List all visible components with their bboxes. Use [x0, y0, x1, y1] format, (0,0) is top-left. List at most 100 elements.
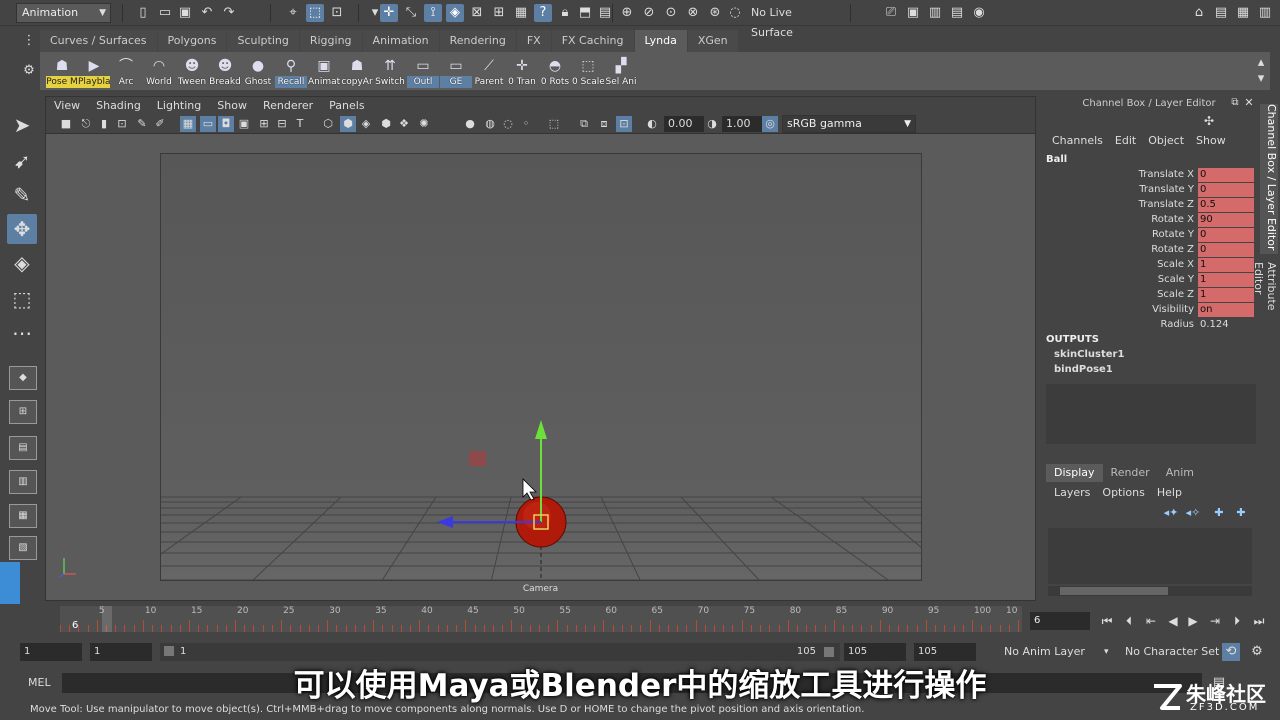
viewport-menu-renderer[interactable]: Renderer: [255, 97, 321, 114]
select-curves-icon[interactable]: ⟟: [424, 4, 442, 22]
scale-tool-icon[interactable]: ⬚: [7, 284, 37, 314]
screen-space-ao-icon[interactable]: ●: [462, 116, 478, 132]
shelf-menu-icon[interactable]: ⚙: [20, 62, 38, 80]
shelf-button-graph-editor[interactable]: ▭ GE: [440, 56, 472, 88]
highlight-selection-icon[interactable]: ⬒: [576, 4, 594, 22]
attribute-row[interactable]: Rotate Z0: [1040, 243, 1258, 258]
viewport-menu-view[interactable]: View: [46, 97, 88, 114]
shelf-settings-icon[interactable]: ⋮: [20, 32, 38, 50]
play-backwards-icon[interactable]: ◀: [1164, 612, 1182, 630]
snap-grid-icon[interactable]: ⊕: [618, 4, 636, 22]
select-rendering-icon[interactable]: ▦: [512, 4, 530, 22]
film-gate-icon[interactable]: ▭: [200, 116, 216, 132]
select-joints-icon[interactable]: ⤡: [402, 4, 420, 22]
isolate-select-icon[interactable]: ⬚: [546, 116, 562, 132]
range-bar[interactable]: 1 105: [160, 643, 840, 661]
attribute-row[interactable]: Scale Y1: [1040, 273, 1258, 288]
channel-box-menu-edit[interactable]: Edit: [1109, 134, 1142, 147]
shelf-tab-curves-surfaces[interactable]: Curves / Surfaces: [40, 30, 157, 52]
shelf-button-outliner[interactable]: ▭ Outl: [407, 56, 439, 88]
select-dynamics-icon[interactable]: ⊞: [490, 4, 508, 22]
shelf-button-breakdown[interactable]: ☻ Breakd: [209, 56, 241, 88]
layer-tab-render[interactable]: Render: [1103, 464, 1158, 482]
locator-marker[interactable]: [469, 451, 486, 466]
shelf-button-select-anim[interactable]: ▞ Sel Ani: [605, 56, 637, 88]
select-hierarchy-icon[interactable]: ⌖: [284, 4, 302, 22]
character-set-dropdown[interactable]: No Character Set: [1125, 643, 1219, 661]
range-handle-end[interactable]: [824, 647, 834, 657]
shelf-tab-sculpting[interactable]: Sculpting: [227, 30, 299, 52]
textured-icon[interactable]: ⬢: [378, 116, 394, 132]
undo-icon[interactable]: ↶: [198, 4, 216, 22]
move-tool-icon[interactable]: ✥: [7, 214, 37, 244]
outliner-persp-layout-icon[interactable]: ▦: [9, 504, 37, 528]
safe-title-icon[interactable]: T: [292, 116, 308, 132]
scene-view[interactable]: [160, 153, 922, 581]
shelf-button-zero-translate[interactable]: ✛ 0 Tran: [506, 56, 538, 88]
attribute-row[interactable]: Rotate Y0: [1040, 228, 1258, 243]
gamma-field[interactable]: 1.00: [722, 116, 762, 132]
shelf-button-arc[interactable]: ⌒ Arc: [110, 56, 142, 88]
layer-list[interactable]: [1048, 528, 1252, 584]
xray-icon[interactable]: ⧉: [576, 116, 592, 132]
grease-pencil-icon[interactable]: ✎: [134, 116, 150, 132]
layer-menu-options[interactable]: Options: [1096, 486, 1150, 499]
bookmark-icon[interactable]: ▮: [96, 116, 112, 132]
resolution-gate-icon[interactable]: ◘: [218, 116, 234, 132]
step-back-frame-icon[interactable]: ⏴: [1120, 612, 1138, 630]
xray-joints-icon[interactable]: ⊡: [616, 116, 632, 132]
attribute-value-field[interactable]: 90: [1198, 213, 1254, 227]
viewport-menu-panels[interactable]: Panels: [321, 97, 372, 114]
attribute-editor-toggle-icon[interactable]: ▤: [1212, 4, 1230, 22]
shelf-button-ghost[interactable]: ● Ghost: [242, 56, 274, 88]
wireframe-on-shaded-icon[interactable]: ◈: [358, 116, 374, 132]
attribute-row[interactable]: Scale X1: [1040, 258, 1258, 273]
use-all-lights-icon[interactable]: ❖: [396, 116, 412, 132]
channel-box-menu-channels[interactable]: Channels: [1046, 134, 1109, 147]
persp-graph-layout-icon[interactable]: ▤: [9, 436, 37, 460]
attribute-value-field[interactable]: 1: [1198, 258, 1254, 272]
attribute-row[interactable]: Translate Z 0.5: [1040, 198, 1258, 213]
four-view-layout-icon[interactable]: ⊞: [9, 400, 37, 424]
output-node-skincluster[interactable]: skinCluster1: [1054, 349, 1124, 360]
last-tool-icon[interactable]: ⋯: [7, 318, 37, 348]
shelf-button-world[interactable]: ◠ World: [143, 56, 175, 88]
shelf-button-zero-rotate[interactable]: ◓ 0 Rots: [539, 56, 571, 88]
layer-tab-anim[interactable]: Anim: [1158, 464, 1202, 482]
output-node-bindpose[interactable]: bindPose1: [1054, 364, 1113, 375]
live-surface-label[interactable]: No Live Surface: [727, 3, 837, 39]
attribute-value-field[interactable]: 1: [1198, 273, 1254, 287]
menu-set-dropdown[interactable]: Animation ▼: [16, 3, 111, 23]
shelf-tab-rigging[interactable]: Rigging: [299, 30, 362, 52]
attribute-value-field[interactable]: 0.5: [1198, 198, 1254, 212]
time-slider-track[interactable]: 5 10 15 20 25 30 35 40 45 50 55 60 65 70 75 80 85 90 95 100…: [60, 606, 1022, 632]
shelf-tab-animation[interactable]: Animation: [362, 30, 439, 52]
shelf-button-animation[interactable]: ▣ Animat: [308, 56, 340, 88]
step-forward-frame-icon[interactable]: ⏵: [1228, 612, 1246, 630]
viewport-menu-shading[interactable]: Shading: [88, 97, 149, 114]
chevron-down-icon[interactable]: ▾: [1104, 643, 1109, 661]
paint-select-tool-icon[interactable]: ✎: [7, 180, 37, 210]
shelf-button-switch[interactable]: ⇈ Switch: [374, 56, 406, 88]
animation-end-field[interactable]: 105: [914, 643, 976, 661]
playback-start-field[interactable]: 1: [90, 643, 152, 661]
select-handles-icon[interactable]: ✛: [380, 4, 398, 22]
attribute-row[interactable]: Scale Z1: [1040, 288, 1258, 303]
camera-icon[interactable]: ■: [58, 116, 74, 132]
attribute-value-field[interactable]: 0: [1198, 243, 1254, 257]
view-transform-dropdown[interactable]: sRGB gamma ▼: [782, 115, 916, 133]
smooth-shade-icon[interactable]: ⬢: [340, 116, 356, 132]
redo-icon[interactable]: ↷: [220, 4, 238, 22]
shelf-tab-lynda[interactable]: Lynda: [634, 30, 687, 52]
tool-settings-toggle-icon[interactable]: ▦: [1234, 4, 1252, 22]
attribute-row[interactable]: Visibility on: [1040, 303, 1258, 318]
shelf-tab-fx[interactable]: FX: [516, 30, 551, 52]
snap-view-plane-icon[interactable]: ⊗: [684, 4, 702, 22]
step-forward-key-icon[interactable]: ⇥: [1206, 612, 1224, 630]
layer-menu-layers[interactable]: Layers: [1048, 486, 1096, 499]
channel-box-menu-show[interactable]: Show: [1190, 134, 1232, 147]
lock-selection-icon[interactable]: 🔒︎: [556, 4, 574, 22]
current-frame-field[interactable]: 6: [1030, 612, 1090, 630]
depth-of-field-icon[interactable]: ◦: [518, 116, 534, 132]
attribute-value-field[interactable]: 1: [1198, 288, 1254, 302]
